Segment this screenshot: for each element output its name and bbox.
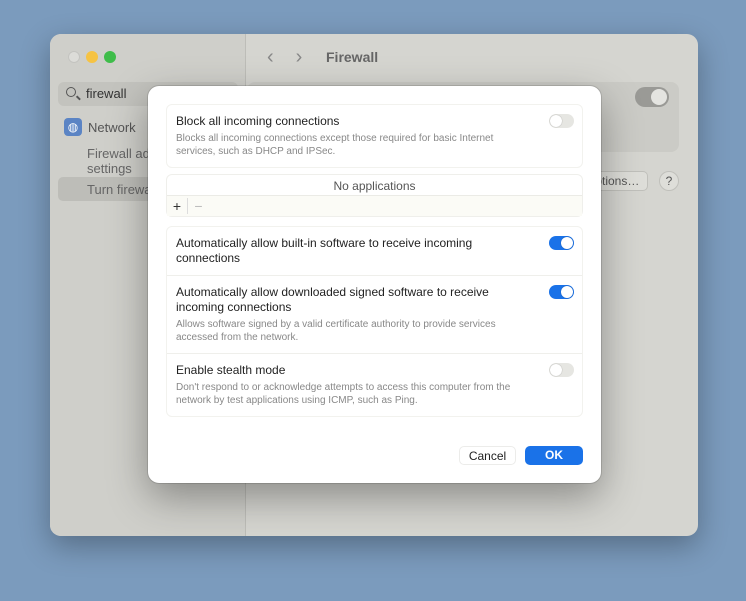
traffic-lights [68, 51, 116, 63]
search-icon [66, 87, 76, 97]
sidebar-item-label: Network [88, 119, 136, 135]
cancel-button[interactable]: Cancel [459, 446, 516, 465]
no-applications-label: No applications [333, 179, 416, 193]
forward-button[interactable]: › [296, 46, 303, 69]
remove-app-button[interactable]: − [188, 198, 209, 214]
add-app-button[interactable]: + [167, 198, 188, 214]
firewall-options-sheet: Block all incoming connections Blocks al… [148, 86, 601, 483]
search-value: firewall [86, 86, 127, 101]
options-group: Automatically allow built-in software to… [166, 226, 583, 417]
stealth-desc: Don't respond to or acknowledge attempts… [176, 382, 511, 406]
zoom-button[interactable] [104, 51, 116, 63]
stealth-toggle[interactable] [549, 363, 574, 377]
signed-toggle[interactable] [549, 285, 574, 299]
signed-desc: Allows software signed by a valid certif… [176, 319, 496, 343]
block-all-desc: Blocks all incoming connections except t… [176, 133, 494, 157]
stealth-label: Enable stealth mode [176, 363, 286, 377]
back-button[interactable]: ‹ [267, 46, 274, 69]
block-all-group: Block all incoming connections Blocks al… [166, 104, 583, 168]
block-all-toggle[interactable] [549, 114, 574, 128]
page-title: Firewall [326, 49, 379, 65]
help-button[interactable]: ? [659, 171, 679, 191]
builtin-label: Automatically allow built-in software to… [176, 236, 473, 265]
builtin-toggle[interactable] [549, 236, 574, 250]
ok-button[interactable]: OK [525, 446, 583, 465]
firewall-toggle[interactable] [635, 87, 669, 107]
globe-icon: ◍ [64, 118, 82, 136]
signed-label: Automatically allow downloaded signed so… [176, 285, 489, 314]
applications-list: No applications + − [166, 174, 583, 217]
close-button[interactable] [68, 51, 80, 63]
sidebar-item-network[interactable]: ◍ Network [64, 118, 136, 136]
block-all-label: Block all incoming connections [176, 114, 340, 128]
minimize-button[interactable] [86, 51, 98, 63]
